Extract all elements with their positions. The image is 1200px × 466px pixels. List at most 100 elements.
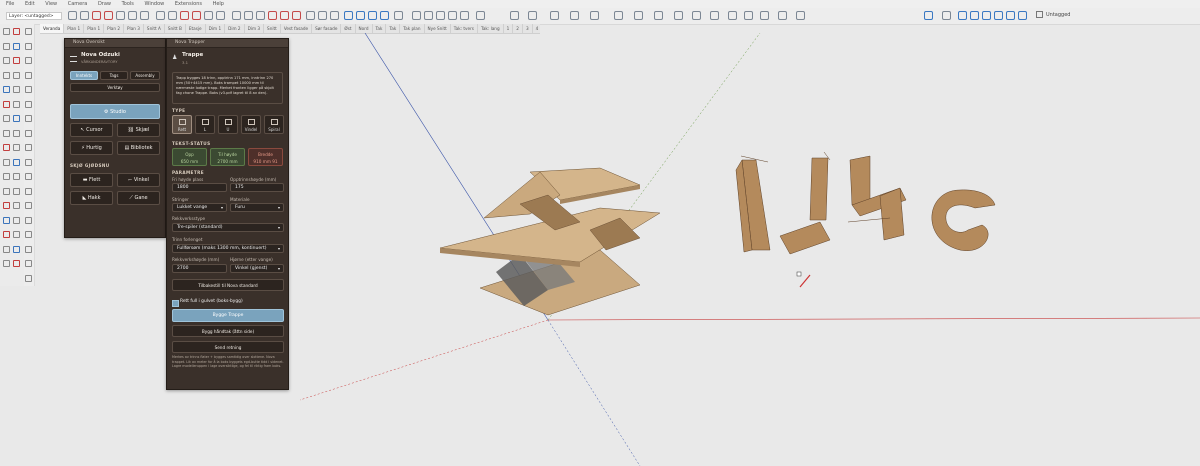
- tool-palette-icon[interactable]: [3, 71, 10, 79]
- tag-checkbox[interactable]: [1036, 11, 1043, 18]
- scene-tab[interactable]: Nord: [356, 24, 373, 33]
- free-height-input[interactable]: 1800: [172, 183, 227, 192]
- tab-tags[interactable]: Tags: [100, 71, 128, 80]
- iso-view-icon[interactable]: [394, 11, 403, 20]
- scene-tab[interactable]: Snitt: [264, 24, 281, 33]
- tool-palette-icon[interactable]: [25, 173, 32, 180]
- studio-button[interactable]: ⚙ Studio: [70, 104, 160, 119]
- tool-palette-icon[interactable]: [25, 202, 32, 209]
- scene-tab[interactable]: 2: [513, 24, 523, 33]
- line-tool-icon[interactable]: [92, 11, 101, 20]
- type-spiral-button[interactable]: Spiral: [264, 115, 284, 134]
- tool-palette-icon[interactable]: [13, 158, 20, 166]
- tab-assembly[interactable]: Assembly: [130, 71, 160, 80]
- arc-tool-icon[interactable]: [104, 11, 113, 20]
- scale-icon[interactable]: [204, 11, 213, 20]
- tool-palette-icon[interactable]: [3, 144, 10, 151]
- menu-icon[interactable]: [70, 56, 77, 62]
- tool-palette-icon[interactable]: [13, 57, 20, 64]
- tool-palette-icon[interactable]: [25, 187, 32, 195]
- tool-palette-icon[interactable]: [25, 129, 32, 137]
- tool-palette-icon[interactable]: [25, 216, 32, 224]
- tool-palette-icon[interactable]: [3, 158, 10, 166]
- scene-tab[interactable]: Tak: lang: [478, 24, 504, 33]
- menu-window[interactable]: Window: [145, 1, 165, 7]
- push-pull-icon[interactable]: [156, 11, 165, 20]
- scene-tab[interactable]: Tak plan: [400, 24, 425, 33]
- camera-icon[interactable]: [796, 11, 805, 20]
- solid-union-icon[interactable]: [356, 11, 365, 20]
- dimension-icon[interactable]: [268, 11, 277, 20]
- tool-palette-icon[interactable]: [13, 42, 20, 50]
- window-tool-icon[interactable]: [590, 11, 599, 20]
- wall-tool-icon[interactable]: [476, 11, 485, 20]
- tool-palette-icon[interactable]: [25, 260, 32, 267]
- tool-palette-icon[interactable]: [13, 202, 20, 209]
- tool-palette-icon[interactable]: [3, 86, 10, 93]
- scene-tab[interactable]: Tak: [386, 24, 401, 33]
- tool-palette-icon[interactable]: [25, 42, 32, 50]
- circle-tool-icon[interactable]: [128, 11, 137, 20]
- scene-tab[interactable]: Dim 1: [206, 24, 226, 33]
- scene-tab[interactable]: Veranda: [40, 24, 65, 33]
- section-plane-icon[interactable]: [292, 11, 301, 20]
- door-tool-icon[interactable]: [570, 11, 579, 20]
- type-u-button[interactable]: U: [218, 115, 238, 134]
- tool-palette-icon[interactable]: [13, 245, 20, 253]
- tool-palette-icon[interactable]: [25, 57, 32, 64]
- front-view-icon[interactable]: [424, 11, 433, 20]
- tool-palette-icon[interactable]: [13, 187, 20, 195]
- riser-height-input[interactable]: 175: [230, 183, 284, 192]
- material-select[interactable]: Furu ▾: [230, 203, 284, 212]
- tool-palette-icon[interactable]: [3, 187, 10, 195]
- component-icon[interactable]: [344, 11, 353, 20]
- tool-palette-icon[interactable]: [3, 202, 10, 209]
- tool-palette-icon[interactable]: [25, 274, 32, 282]
- tread-extension-select[interactable]: Fullførsøm (maks 1300 mm, kontinuert) ▾: [172, 244, 284, 253]
- scene-1-icon[interactable]: [958, 11, 967, 20]
- type-l-button[interactable]: L: [195, 115, 215, 134]
- menu-file[interactable]: File: [6, 1, 14, 7]
- tool-palette-icon[interactable]: [13, 216, 20, 224]
- move-icon[interactable]: [180, 11, 189, 20]
- bibliotek-button[interactable]: ▤ Bibliotek: [117, 141, 160, 155]
- scene-tab[interactable]: Plan 2: [104, 24, 125, 33]
- tool-palette-icon[interactable]: [13, 173, 20, 180]
- railing-height-input[interactable]: 2700: [172, 264, 227, 273]
- menu-camera[interactable]: Camera: [68, 1, 88, 7]
- tool-palette-icon[interactable]: [13, 129, 20, 137]
- flett-button[interactable]: ▬ Flett: [70, 173, 113, 187]
- column-tool-icon[interactable]: [550, 11, 559, 20]
- tool-palette-icon[interactable]: [3, 260, 10, 267]
- location-icon[interactable]: [728, 11, 737, 20]
- scene-4-icon[interactable]: [994, 11, 1003, 20]
- scene-tab[interactable]: 1: [504, 24, 514, 33]
- tool-palette-icon[interactable]: [13, 28, 20, 35]
- scene-3-icon[interactable]: [982, 11, 991, 20]
- tool-palette-icon[interactable]: [25, 245, 32, 253]
- right-view-icon[interactable]: [436, 11, 445, 20]
- hammer-tool-icon[interactable]: [692, 11, 701, 20]
- scene-tab[interactable]: Sør fasade: [312, 24, 342, 33]
- tool-palette-icon[interactable]: [3, 57, 10, 64]
- menu-edit[interactable]: Edit: [25, 1, 35, 7]
- tool-palette-icon[interactable]: [3, 216, 10, 224]
- full-floor-checkbox[interactable]: [172, 300, 179, 307]
- scene-tab[interactable]: Snitt A: [144, 24, 165, 33]
- left-view-icon[interactable]: [460, 11, 469, 20]
- scene-tab[interactable]: Dim 3: [245, 24, 265, 33]
- hakk-button[interactable]: ◣ Hakk: [70, 191, 113, 205]
- build-handrail-button[interactable]: Bygg håndtak (åttn side): [172, 325, 284, 337]
- type-straight-button[interactable]: Rett: [172, 115, 192, 134]
- tool-palette-icon[interactable]: [13, 260, 20, 267]
- tool-palette-icon[interactable]: [3, 115, 10, 122]
- pin-tool-icon[interactable]: [710, 11, 719, 20]
- map-icon[interactable]: [744, 11, 753, 20]
- scene-tab[interactable]: Etasje: [186, 24, 206, 33]
- scene-tab[interactable]: Tak: tvers: [451, 24, 478, 33]
- tool-palette-icon[interactable]: [3, 245, 10, 253]
- scene-2-icon[interactable]: [970, 11, 979, 20]
- build-stair-button[interactable]: Bygge Trappe: [172, 309, 284, 322]
- tool-palette-icon[interactable]: [25, 71, 32, 79]
- follow-me-icon[interactable]: [216, 11, 225, 20]
